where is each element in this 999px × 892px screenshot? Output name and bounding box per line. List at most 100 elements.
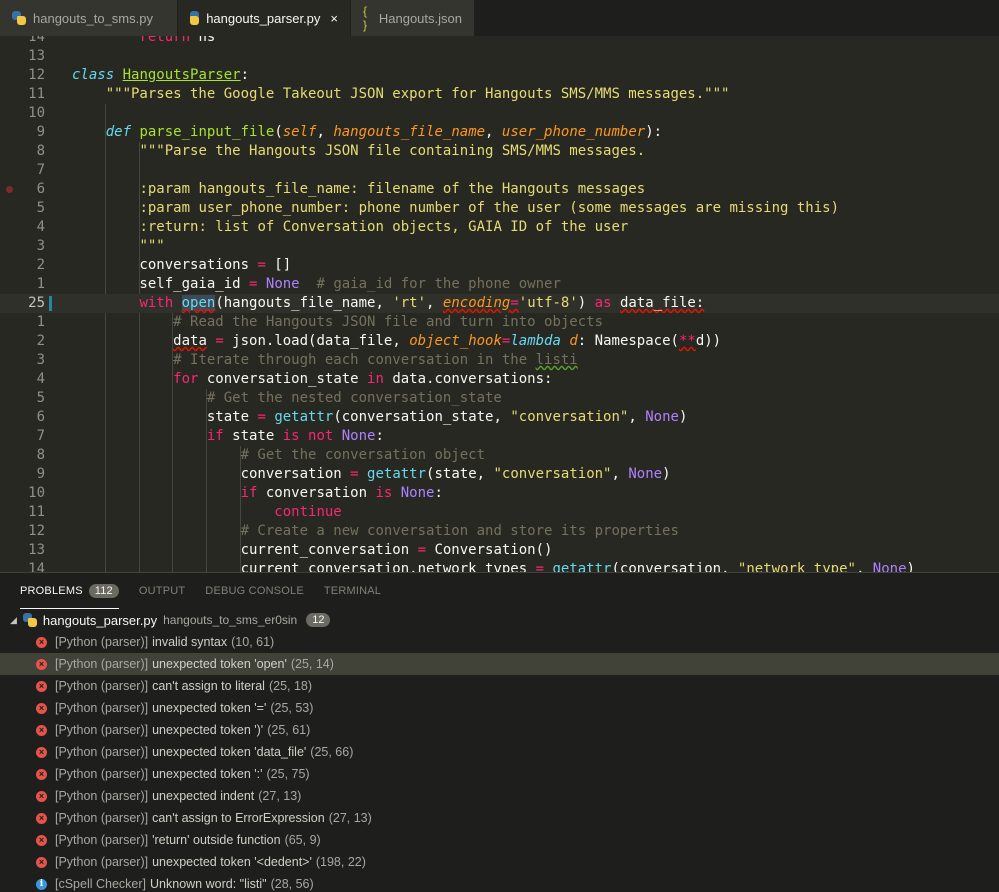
problem-pos: (25, 75) [266, 767, 310, 781]
problem-message: unexpected indent [152, 789, 255, 803]
code-line[interactable]: 10 [0, 104, 999, 123]
panel-tab-debug-console[interactable]: DEBUG CONSOLE [205, 573, 304, 609]
panel-tab-terminal[interactable]: TERMINAL [324, 573, 381, 609]
code-token: state [223, 428, 283, 444]
code-token: ns [190, 36, 216, 45]
code-text: :param user_phone_number: phone number o… [72, 199, 839, 218]
code-line[interactable]: 7 [0, 161, 999, 180]
code-line[interactable]: 6 state = getattr(conversation_state, "c… [0, 408, 999, 427]
code-line[interactable]: 9 def parse_input_file(self, hangouts_fi… [0, 123, 999, 142]
problems-count-badge: 112 [88, 583, 119, 598]
panel-tab-output[interactable]: OUTPUT [139, 573, 185, 609]
code-token: , [855, 561, 873, 572]
panel-tab-problems[interactable]: PROBLEMS 112 [20, 573, 119, 609]
code-line[interactable]: 10 if conversation is None: [0, 484, 999, 503]
editor-tab[interactable]: hangouts_to_sms.py [0, 0, 178, 36]
problem-row[interactable]: × [Python (parser)] can't assign to litera… [0, 675, 999, 697]
line-number: 11 [28, 86, 45, 102]
code-text: current_conversation.network_types = get… [72, 560, 915, 572]
expand-triangle-icon[interactable]: ◢ [10, 615, 17, 626]
code-text: state = getattr(conversation_state, "con… [72, 408, 688, 427]
vscode-window: hangouts_to_sms.py hangouts_parser.py × { }… [0, 0, 999, 892]
code-line[interactable]: 11 continue [0, 503, 999, 522]
code-token: data_file: [619, 295, 705, 311]
problem-row[interactable]: × [Python (parser)] unexpected indent (27, … [0, 785, 999, 807]
code-token: # Get the nested conversation_state [206, 390, 502, 406]
code-token: = [510, 295, 519, 311]
line-number: 13 [28, 48, 45, 64]
code-token: ): [645, 124, 663, 140]
code-line[interactable]: 6 :param hangouts_file_name: filename of… [0, 180, 999, 199]
code-text: # Iterate through each conversation in t… [72, 351, 578, 370]
breakpoint-hint-icon[interactable] [6, 186, 13, 193]
code-editor[interactable]: 14 return ns 13 12 class HangoutsParser: 11 … [0, 36, 999, 572]
code-line[interactable]: 8 """Parse the Hangouts JSON file contai… [0, 142, 999, 161]
problem-row[interactable]: × [Python (parser)] can't assign to ErrorE… [0, 807, 999, 829]
code-line[interactable]: 14 current_conversation.network_types = … [0, 560, 999, 572]
problem-message: 'return' outside function [152, 833, 281, 847]
code-token: = [257, 257, 266, 273]
code-line[interactable]: 1 # Read the Hangouts JSON file and turn… [0, 313, 999, 332]
code-line[interactable]: 4 :return: list of Conversation objects,… [0, 218, 999, 237]
line-number: 3 [36, 238, 45, 254]
problem-row[interactable]: × [Python (parser)] unexpected token 'open… [0, 653, 999, 675]
code-token: current_conversation.network_types [72, 561, 536, 572]
code-line[interactable]: 3 """ [0, 237, 999, 256]
code-line[interactable]: 1 self_gaia_id = None # gaia_id for the … [0, 275, 999, 294]
code-line[interactable]: 12 # Create a new conversation and store… [0, 522, 999, 541]
problem-row[interactable]: × [Python (parser)] unexpected token '<ded… [0, 851, 999, 873]
problem-row[interactable]: × [Python (parser)]'return' outside funct… [0, 829, 999, 851]
group-file-path: hangouts_to_sms_er0sin [163, 613, 298, 627]
error-icon: × [36, 768, 47, 780]
code-line[interactable]: 4 for conversation_state in data.convers… [0, 370, 999, 389]
code-line[interactable]: 2 data = json.load(data_file, object_hoo… [0, 332, 999, 351]
group-file-name: hangouts_parser.py [42, 612, 158, 628]
code-line[interactable]: 14 return ns [0, 36, 999, 47]
code-token: conversation_state [198, 371, 368, 387]
code-line[interactable]: 13 current_conversation = Conversation() [0, 541, 999, 560]
close-icon[interactable]: × [330, 11, 338, 26]
code-line[interactable]: 25 with open(hangouts_file_name, 'rt', e… [0, 294, 999, 313]
code-token: state [72, 409, 258, 425]
problem-row[interactable]: × [Python (parser)] unexpected token ':' (2… [0, 763, 999, 785]
json-braces-icon: { } [363, 4, 368, 32]
problem-row[interactable]: × [Python (parser)] unexpected token '=' (2… [0, 697, 999, 719]
problem-message: can't assign to ErrorExpression [152, 811, 325, 825]
code-line[interactable]: 12 class HangoutsParser: [0, 66, 999, 85]
editor-tab[interactable]: { } Hangouts.json [351, 0, 475, 36]
editor-tab[interactable]: hangouts_parser.py × [178, 0, 351, 36]
code-token: for [173, 371, 199, 387]
code-token: current_conversation [72, 542, 418, 558]
problem-row[interactable]: × [Python (parser)] invalid syntax (10, 61) [0, 631, 999, 653]
code-line[interactable]: 2 conversations = [] [0, 256, 999, 275]
problem-row[interactable]: i [cSpell Checker] Unknown word: "listi" (2… [0, 873, 999, 892]
code-line[interactable]: 8 # Get the conversation object [0, 446, 999, 465]
code-line[interactable]: 3 # Iterate through each conversation in… [0, 351, 999, 370]
code-token: [] [265, 257, 292, 273]
problems-file-group[interactable]: ◢ hangouts_parser.py hangouts_to_sms_er0… [0, 609, 999, 631]
problems-panel: PROBLEMS 112 OUTPUT DEBUG CONSOLE TERMINAL ◢… [0, 572, 999, 892]
code-token: None [872, 561, 907, 572]
code-line[interactable]: 9 conversation = getattr(state, "convers… [0, 465, 999, 484]
code-token: # gaia_id for the phone owner [316, 276, 561, 292]
code-token: , [611, 466, 629, 482]
code-line[interactable]: 5 # Get the nested conversation_state [0, 389, 999, 408]
code-token: None [400, 485, 435, 501]
code-token: , [485, 124, 502, 140]
code-token: hangouts_file_name [333, 124, 486, 140]
code-line[interactable]: 7 if state is not None: [0, 427, 999, 446]
code-line[interactable]: 13 [0, 47, 999, 66]
code-line[interactable]: 5 :param user_phone_number: phone number… [0, 199, 999, 218]
problem-row[interactable]: × [Python (parser)] unexpected token 'data… [0, 741, 999, 763]
code-line[interactable]: 11 """Parses the Google Takeout JSON exp… [0, 85, 999, 104]
problem-row[interactable]: × [Python (parser)] unexpected token ')' (2… [0, 719, 999, 741]
code-token: 'rt' [392, 295, 427, 311]
code-token: (conversation, [611, 561, 738, 572]
code-text: continue [72, 503, 341, 522]
code-text: return ns [72, 36, 215, 47]
error-icon: × [36, 812, 47, 824]
code-token: (conversation_state, [333, 409, 511, 425]
code-token: :return: list of Conversation objects, G… [139, 219, 629, 235]
